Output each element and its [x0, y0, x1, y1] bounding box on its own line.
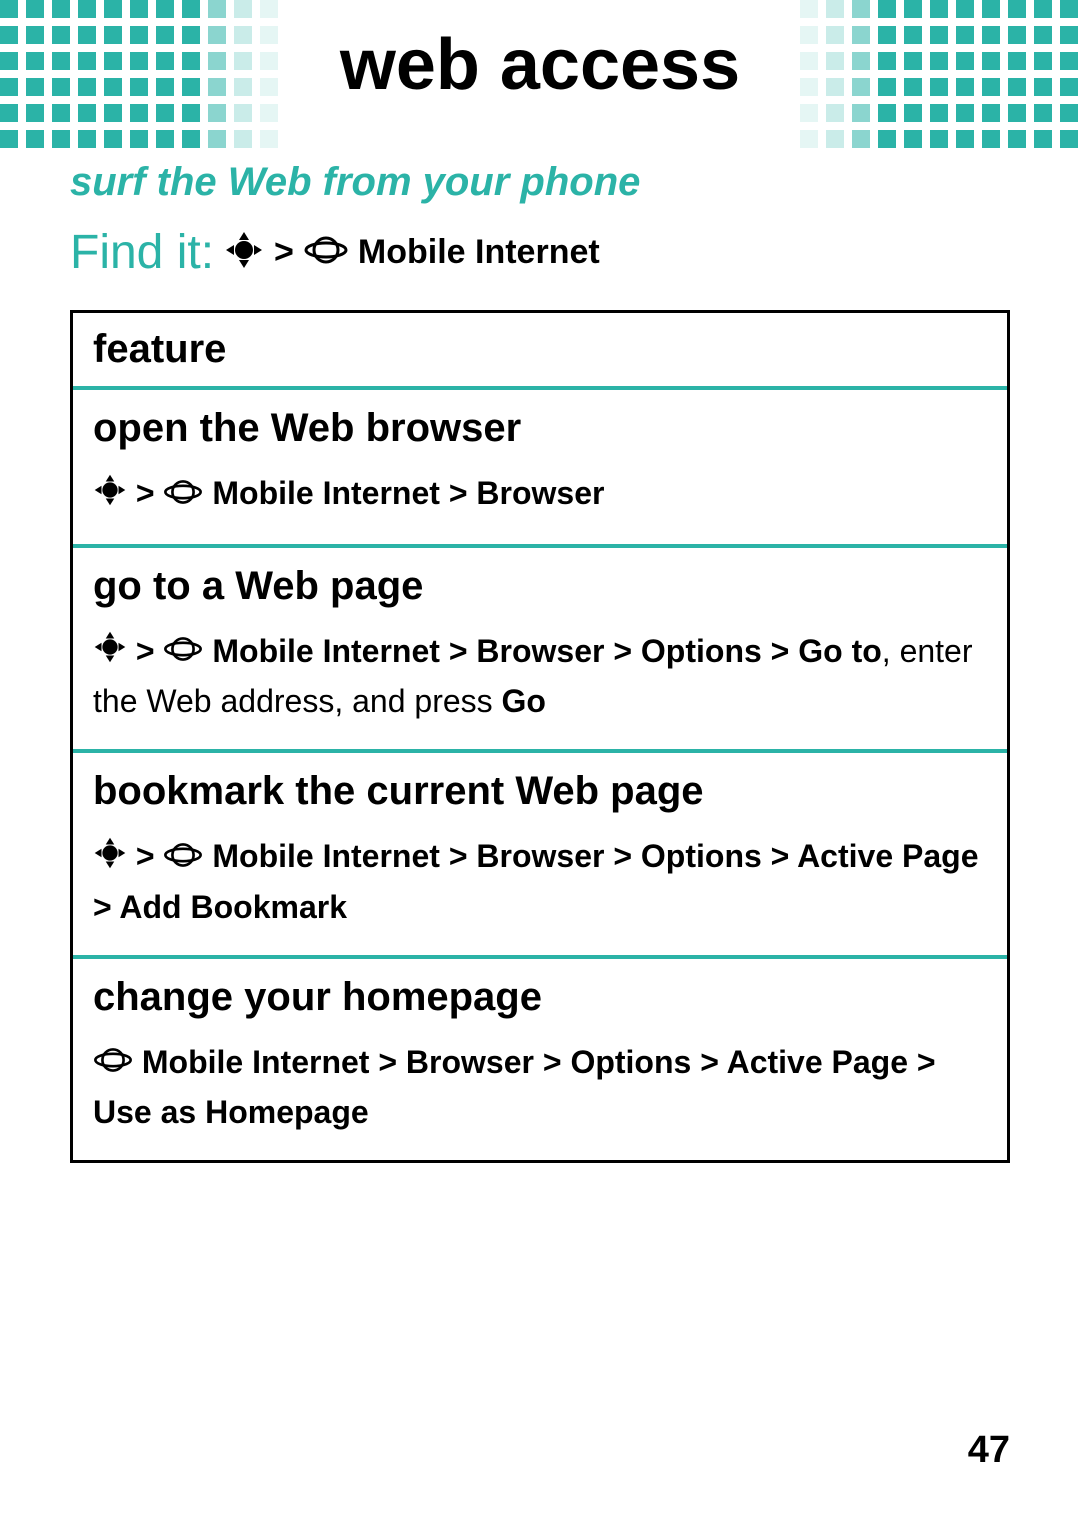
decorative-dots-left [0, 0, 306, 150]
page-header: web access [0, 0, 1080, 130]
gt-separator: > [136, 838, 155, 874]
path-text: Mobile Internet > Browser [212, 475, 604, 511]
row-body: > Mobile Internet > Browser [93, 469, 987, 520]
find-it-label: Find it: [70, 225, 214, 280]
find-it-target: Mobile Internet [358, 233, 600, 272]
navigation-key-icon [93, 629, 127, 677]
page-number: 47 [968, 1429, 1010, 1472]
decorative-dots-right [774, 0, 1080, 150]
planet-icon [163, 629, 203, 677]
row-title: go to a Web page [93, 564, 987, 609]
gt-separator: > [136, 475, 155, 511]
page-title: web access [340, 24, 740, 106]
planet-icon [93, 1040, 133, 1088]
planet-icon [163, 835, 203, 883]
row-title: open the Web browser [93, 406, 987, 451]
table-row: bookmark the current Web page > Mobile I… [73, 753, 1007, 959]
planet-icon [163, 472, 203, 520]
path-text: Mobile Internet > Browser > Options > Ac… [93, 1044, 936, 1131]
planet-icon [304, 233, 348, 272]
row-body: Mobile Internet > Browser > Options > Ac… [93, 1038, 987, 1137]
page-content: surf the Web from your phone Find it: > … [0, 130, 1080, 1163]
gt-separator: > [274, 233, 294, 272]
navigation-key-icon [93, 472, 127, 520]
subtitle: surf the Web from your phone [70, 160, 1010, 205]
path-text: Mobile Internet > Browser > Options > Go… [212, 633, 881, 669]
path-text: Mobile Internet > Browser > Options > Ac… [93, 838, 978, 925]
row-body: > Mobile Internet > Browser > Options > … [93, 627, 987, 726]
find-it-row: Find it: > Mobile Internet [70, 225, 1010, 280]
gt-separator: > [136, 633, 155, 669]
row-title: bookmark the current Web page [93, 769, 987, 814]
feature-table: feature open the Web browser > Mobile In… [70, 310, 1010, 1163]
table-row: open the Web browser > Mobile Internet >… [73, 390, 1007, 548]
navigation-key-icon [224, 230, 264, 275]
tail-bold: Go [502, 683, 546, 719]
table-header: feature [73, 313, 1007, 390]
table-row: go to a Web page > Mobile Internet > Bro… [73, 548, 1007, 754]
row-body: > Mobile Internet > Browser > Options > … [93, 832, 987, 931]
table-row: change your homepage Mobile Internet > B… [73, 959, 1007, 1161]
navigation-key-icon [93, 835, 127, 883]
row-title: change your homepage [93, 975, 987, 1020]
